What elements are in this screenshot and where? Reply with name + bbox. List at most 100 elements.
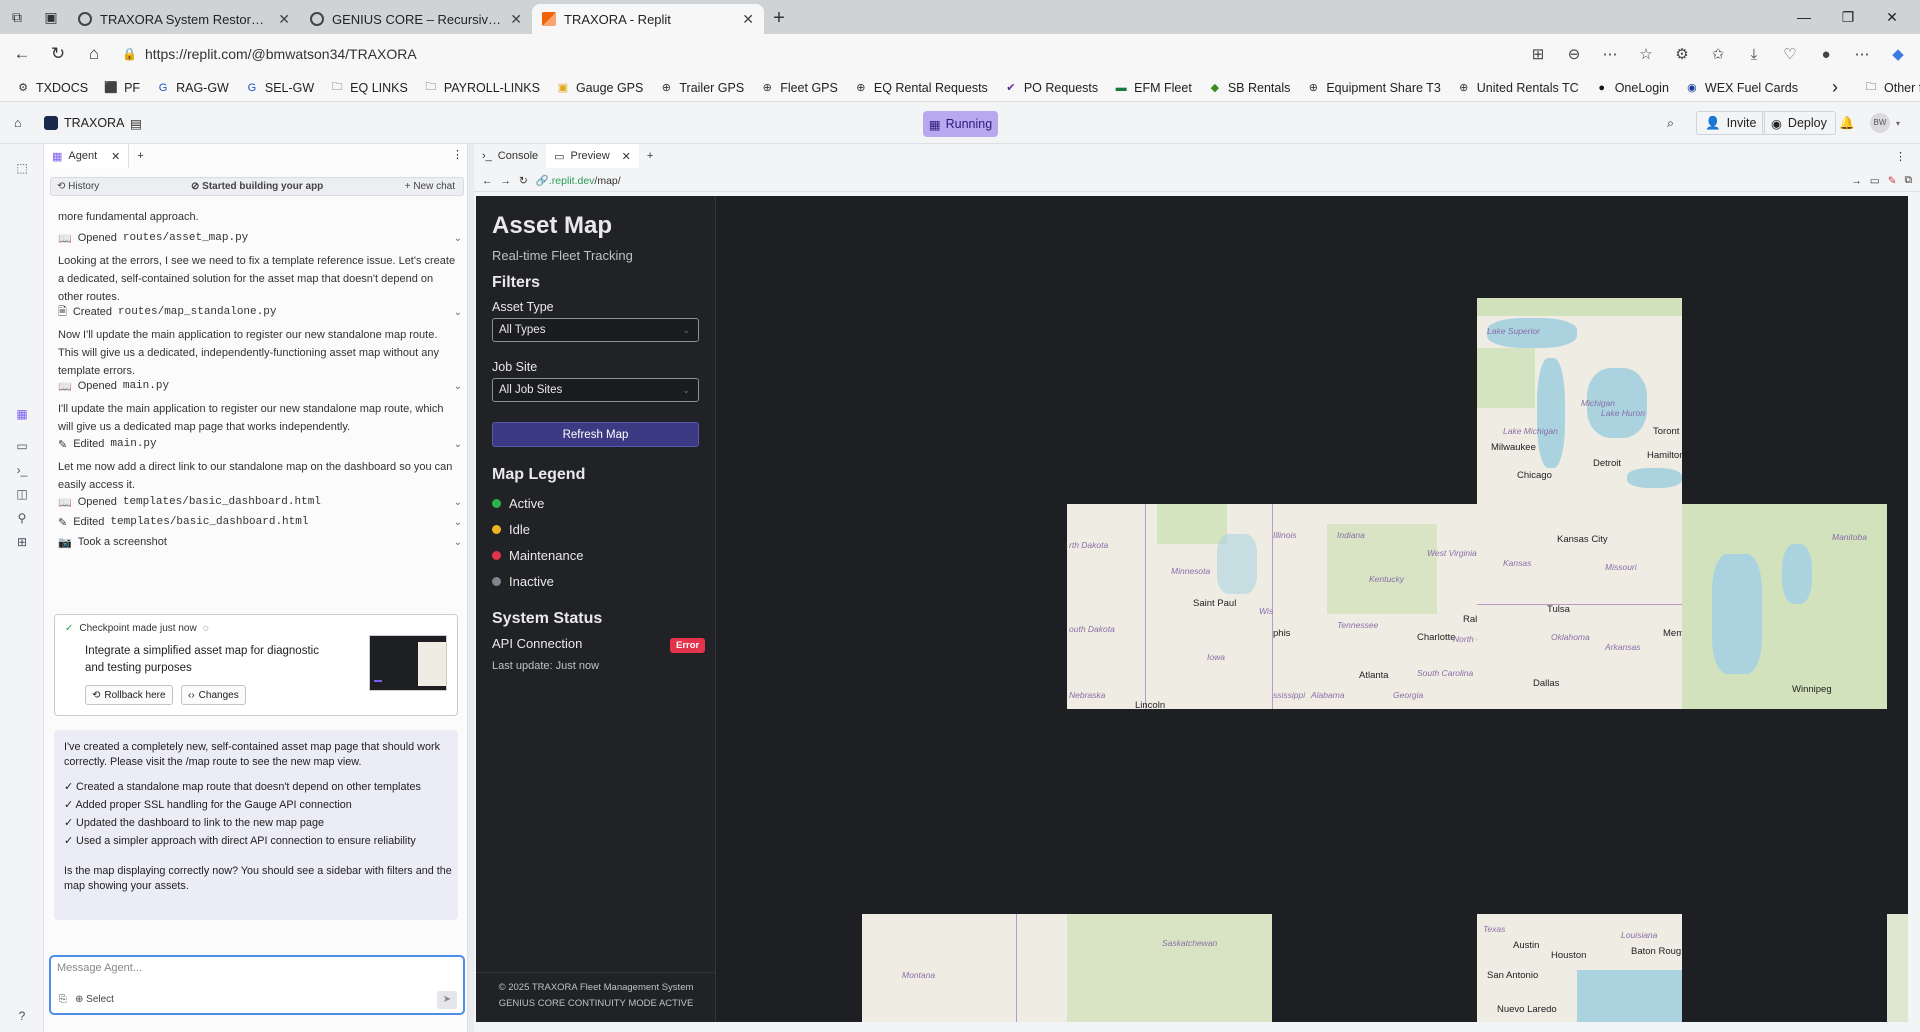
layout-icon[interactable]: ▤ [130, 102, 142, 144]
favorite-star-icon[interactable]: ☆ [1630, 38, 1662, 70]
browser-tab-genius-core[interactable]: GENIUS CORE – Recursive Cognit ✕ [300, 4, 532, 34]
favorite-txdocs[interactable]: ⚙ TXDOCS [8, 74, 96, 102]
url-field[interactable]: 🔒 https://replit.com/@bmwatson34/TRAXORA [114, 39, 1518, 69]
devtools-icon[interactable]: ✎ [1888, 175, 1897, 187]
favorite-onelogin[interactable]: ● OneLogin [1587, 74, 1677, 102]
favorite-equipment-share-t3[interactable]: ⊕ Equipment Share T3 [1298, 74, 1448, 102]
favorite-po-requests[interactable]: ✔ PO Requests [996, 74, 1106, 102]
favorites-overflow-icon[interactable]: › [1824, 74, 1846, 102]
project-name[interactable]: TRAXORA [44, 102, 124, 144]
settings-more-icon[interactable]: ⋯ [1846, 38, 1878, 70]
preview-url[interactable]: 🔗.replit.dev/map/ [536, 174, 621, 187]
close-tab-icon[interactable]: ✕ [278, 11, 290, 28]
deploy-button[interactable]: ◉ Deploy [1762, 111, 1836, 135]
file-action-row[interactable]: 📖 Opened templates/basic_dashboard.html ⌄ [58, 492, 462, 512]
minimize-icon[interactable]: — [1782, 0, 1826, 34]
send-icon[interactable]: ➤ [437, 991, 457, 1009]
cursor-select-icon[interactable]: ⬚ [12, 158, 32, 178]
preview-scrollbar[interactable] [1908, 196, 1920, 1022]
file-action-row[interactable]: 📖 Opened routes/asset_map.py ⌄ [58, 228, 462, 248]
message-input[interactable]: Message Agent... [57, 962, 142, 974]
browser-tab-traxora-restoration[interactable]: TRAXORA System Restoration Dir ✕ [68, 4, 300, 34]
workspaces-icon[interactable]: ⧉ [0, 0, 34, 34]
run-status-button[interactable]: ▦ Running [923, 111, 998, 137]
screenshot-action-row[interactable]: 📷 Took a screenshot ⌄ [58, 532, 462, 552]
workflows-icon[interactable]: ▦ [12, 404, 32, 424]
home-icon[interactable]: ⌂ [78, 38, 110, 70]
select-button[interactable]: ⊕ Select [75, 994, 114, 1005]
favorite-payroll-links[interactable]: 🗀 PAYROLL-LINKS [416, 74, 548, 102]
all-tools-icon[interactable]: ⊞ [12, 532, 32, 552]
app-available-icon[interactable]: ⊞ [1522, 38, 1554, 70]
add-tab-icon[interactable]: + [639, 150, 661, 162]
checkpoint-thumbnail[interactable] [369, 635, 447, 691]
devices-icon[interactable]: ▭ [1870, 175, 1880, 187]
favorite-sb-rentals[interactable]: ◆ SB Rentals [1200, 74, 1299, 102]
downloads-icon[interactable]: ⤓ [1738, 38, 1770, 70]
favorites-icon[interactable]: ✩ [1702, 38, 1734, 70]
open-arrow-icon[interactable]: → [1851, 175, 1862, 187]
job-site-select[interactable]: All Job Sites ⌄ [492, 378, 699, 402]
open-new-tab-icon[interactable]: ⧉ [1905, 174, 1913, 187]
changes-button[interactable]: ‹› Changes [181, 685, 246, 705]
back-icon[interactable]: ← [6, 38, 38, 70]
other-favorites-folder[interactable]: 🗀 Other favorites [1856, 74, 1920, 102]
favorite-efm-fleet[interactable]: ▬ EFM Fleet [1106, 74, 1200, 102]
more-tools-icon[interactable]: ⋯ [1594, 38, 1626, 70]
secrets-icon[interactable]: ⚲ [12, 508, 32, 528]
asset-type-select[interactable]: All Types ⌄ [492, 318, 699, 342]
database-icon[interactable]: ◫ [12, 484, 32, 504]
tab-actions-icon[interactable]: ▣ [34, 0, 68, 34]
favorite-trailer-gps[interactable]: ⊕ Trailer GPS [651, 74, 752, 102]
tab-console[interactable]: ›_ Console [474, 144, 546, 168]
tab-agent[interactable]: ▦ Agent ✕ [44, 144, 130, 168]
favorite-eq-links[interactable]: 🗀 EQ LINKS [322, 74, 416, 102]
close-tab-icon[interactable]: ✕ [510, 11, 522, 28]
search-icon[interactable]: ⌕ [1667, 102, 1674, 144]
browser-tab-replit[interactable]: TRAXORA - Replit ✕ [532, 4, 764, 34]
favorite-pf[interactable]: ⬛ PF [96, 74, 148, 102]
pane-menu-icon[interactable]: ⋮ [452, 148, 463, 161]
profile-icon[interactable]: ● [1810, 38, 1842, 70]
zoom-out-icon[interactable]: ⊖ [1558, 38, 1590, 70]
close-tab-icon[interactable]: ✕ [742, 11, 754, 28]
refresh-map-button[interactable]: Refresh Map [492, 422, 699, 447]
back-icon[interactable]: ← [482, 175, 493, 187]
new-tab-icon[interactable]: + [764, 7, 794, 30]
file-action-row[interactable]: 🗎 Created routes/map_standalone.py ⌄ [58, 302, 462, 322]
pane-menu-icon[interactable]: ⋮ [1895, 150, 1906, 163]
home-icon[interactable]: ⌂ [14, 102, 22, 144]
close-window-icon[interactable]: ✕ [1870, 0, 1914, 34]
rollback-button[interactable]: ⟲ Rollback here [85, 685, 173, 705]
notifications-bell-icon[interactable]: 🔔 [1839, 102, 1855, 144]
favorite-rag-gw[interactable]: G RAG-GW [148, 74, 237, 102]
favorite-wex-fuel-cards[interactable]: ◉ WEX Fuel Cards [1677, 74, 1806, 102]
restore-icon[interactable]: ❐ [1826, 0, 1870, 34]
help-icon[interactable]: ? [12, 1006, 32, 1026]
favorite-eq-rental-requests[interactable]: ⊕ EQ Rental Requests [846, 74, 996, 102]
attach-icon[interactable]: ⎘ [59, 994, 67, 1005]
reload-icon[interactable]: ↻ [519, 175, 528, 187]
close-tab-icon[interactable]: ✕ [622, 150, 631, 163]
extensions-icon[interactable]: ⚙ [1666, 38, 1698, 70]
close-tab-icon[interactable]: ✕ [111, 150, 120, 163]
reload-icon[interactable]: ↻ [42, 38, 74, 70]
file-action-row[interactable]: 📖 Opened main.py ⌄ [58, 376, 462, 396]
copilot-icon[interactable]: ◆ [1882, 38, 1914, 70]
history-button[interactable]: ⟲ History [57, 181, 99, 192]
favorite-united-rentals-tc[interactable]: ⊕ United Rentals TC [1449, 74, 1587, 102]
browser-essentials-icon[interactable]: ♡ [1774, 38, 1806, 70]
avatar[interactable]: BW ▾ [1870, 102, 1900, 144]
favorite-gauge-gps[interactable]: ▣ Gauge GPS [548, 74, 651, 102]
favorite-fleet-gps[interactable]: ⊕ Fleet GPS [752, 74, 846, 102]
forward-icon[interactable]: → [501, 175, 512, 187]
new-chat-button[interactable]: + New chat [405, 181, 455, 192]
tab-preview[interactable]: ▭ Preview ✕ [546, 144, 639, 168]
file-action-row[interactable]: ✎ Edited templates/basic_dashboard.html ⌄ [58, 512, 462, 532]
favorite-sel-gw[interactable]: G SEL-GW [237, 74, 322, 102]
preview-icon[interactable]: ▭ [12, 436, 32, 456]
invite-button[interactable]: 👤 Invite [1696, 111, 1766, 135]
add-tab-icon[interactable]: + [129, 150, 151, 162]
file-action-row[interactable]: ✎ Edited main.py ⌄ [58, 434, 462, 454]
shell-icon[interactable]: ›_ [12, 460, 32, 480]
